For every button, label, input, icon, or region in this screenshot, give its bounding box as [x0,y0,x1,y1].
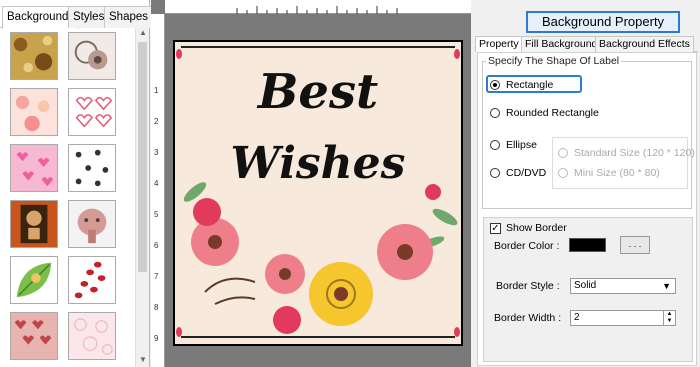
tab-fill-background[interactable]: Fill Background [521,36,602,52]
horizontal-ruler [165,0,471,14]
radio-standard-size-label: Standard Size (120 * 120) [574,147,695,159]
radio-icon [490,108,500,118]
radio-icon [490,168,500,178]
background-property-button[interactable]: Background Property [526,11,680,33]
tab-background-effects[interactable]: Background Effects [595,36,694,52]
border-settings-group: ✓ Show Border Border Color : . . . Borde… [483,217,693,362]
tab-shapes[interactable]: Shapes [104,6,154,28]
background-thumbnail[interactable] [68,144,116,192]
background-thumbnail[interactable] [10,256,58,304]
radio-selected-icon [490,80,500,90]
background-thumbnail[interactable] [10,312,58,360]
shape-group-title: Specify The Shape Of Label [486,55,622,67]
radio-mini-size-label: Mini Size (80 * 80) [574,167,660,179]
border-style-select[interactable]: Solid ▼ [570,278,676,294]
scrollbar-thumb[interactable] [138,42,147,272]
card-title-line-2[interactable]: Wishes [175,138,461,189]
property-panel: Background Property Property Fill Backgr… [471,0,700,367]
border-width-stepper[interactable]: 2 ▲ ▼ [570,310,676,326]
color-picker-button[interactable]: . . . [620,236,650,254]
radio-icon [490,140,500,150]
radio-rectangle-label: Rectangle [506,79,554,91]
ruler-mark: 9 [154,334,159,343]
ruler-mark: 7 [154,272,159,281]
background-thumbnail[interactable] [10,88,58,136]
label-card[interactable]: Best Wishes [173,40,463,346]
stepper-arrows-icon[interactable]: ▲ ▼ [663,311,675,325]
chevron-down-icon: ▼ [662,281,671,291]
border-color-swatch[interactable] [569,238,606,252]
cd-size-group [552,137,688,189]
vertical-ruler: 1 2 3 4 5 6 7 8 9 [151,14,165,367]
background-thumbnail-grid [6,28,134,367]
radio-rounded-rectangle-label: Rounded Rectangle [506,107,599,119]
ruler-mark: 1 [154,86,159,95]
background-thumbnail[interactable] [10,200,58,248]
show-border-checkbox[interactable]: ✓ [490,223,501,234]
ruler-mark: 4 [154,179,159,188]
card-title-line-1[interactable]: Best [175,64,461,120]
scroll-up-icon[interactable]: ▲ [136,28,150,40]
radio-icon [558,148,568,158]
left-tab-strip: Backgrounds Styles Shapes [0,6,154,29]
border-style-value: Solid [574,280,597,291]
thumbnail-scrollbar[interactable]: ▲ ▼ [135,28,149,367]
backgrounds-panel: Backgrounds Styles Shapes ▲ ▼ [0,0,154,367]
ruler-mark: 2 [154,117,159,126]
border-style-label: Border Style : [496,280,560,292]
design-canvas-area: 1 2 3 4 5 6 7 8 9 Best Wishes [151,0,471,367]
background-thumbnail[interactable] [68,312,116,360]
background-thumbnail[interactable] [68,32,116,80]
ruler-mark: 6 [154,241,159,250]
show-border-label: Show Border [506,222,567,234]
ruler-mark: 5 [154,210,159,219]
background-thumbnail[interactable] [10,32,58,80]
background-thumbnail[interactable] [68,88,116,136]
border-color-label: Border Color : [494,240,560,252]
background-thumbnail[interactable] [68,200,116,248]
radio-cd-dvd-label: CD/DVD [506,167,547,179]
ruler-mark: 3 [154,148,159,157]
scroll-down-icon[interactable]: ▼ [136,355,150,367]
background-thumbnail[interactable] [10,144,58,192]
property-tab-strip: Property Fill Background Background Effe… [475,36,698,52]
radio-ellipse-label: Ellipse [506,139,537,151]
background-thumbnail[interactable] [68,256,116,304]
border-width-label: Border Width : [494,312,562,324]
property-tab-content: Specify The Shape Of Label Rectangle Rou… [477,52,697,366]
tab-property[interactable]: Property [475,36,523,52]
ruler-mark: 8 [154,303,159,312]
border-width-value: 2 [574,312,580,323]
radio-icon [558,168,568,178]
